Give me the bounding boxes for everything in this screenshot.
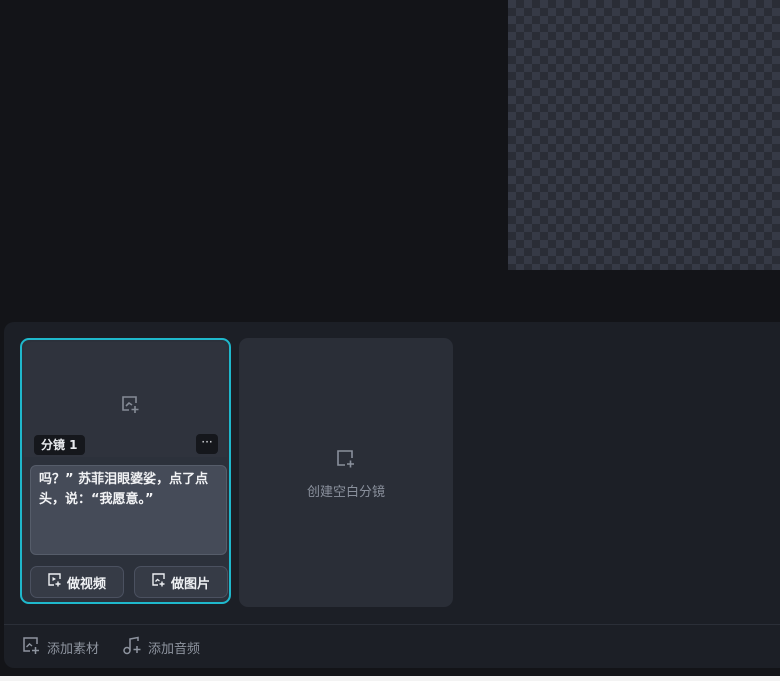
make-image-label: 做图片	[170, 576, 210, 592]
image-add-icon	[120, 394, 142, 420]
make-image-button[interactable]: 做图片	[134, 566, 228, 598]
music-icon	[122, 636, 142, 659]
create-blank-scene-card[interactable]: 创建空白分镜	[239, 338, 453, 607]
scene-card-1[interactable]: 分镜 1 ··· 吗？” 苏菲泪眼婆娑，点了点头，说：“我愿意。” 做视频 做图…	[20, 338, 231, 604]
add-audio-button[interactable]: 添加音频	[122, 636, 200, 659]
scene-preview[interactable]: 分镜 1 ···	[24, 342, 227, 457]
add-material-button[interactable]: 添加素材	[22, 636, 99, 659]
make-video-button[interactable]: 做视频	[30, 566, 124, 598]
add-material-label: 添加素材	[47, 642, 100, 657]
canvas-preview-transparent	[508, 0, 780, 270]
scene-tag: 分镜 1	[34, 435, 85, 455]
make-video-label: 做视频	[66, 576, 106, 592]
square-add-icon	[336, 449, 356, 473]
create-blank-scene-label: 创建空白分镜	[306, 485, 385, 500]
video-add-icon	[48, 573, 62, 591]
more-options-button[interactable]: ···	[196, 434, 218, 454]
image-add-icon	[22, 636, 41, 659]
scene-script-text[interactable]: 吗？” 苏菲泪眼婆娑，点了点头，说：“我愿意。”	[30, 465, 227, 555]
image-add-icon	[152, 573, 166, 591]
add-audio-label: 添加音频	[148, 642, 201, 657]
window-bottom-edge	[0, 676, 780, 681]
panel-divider	[4, 624, 780, 625]
